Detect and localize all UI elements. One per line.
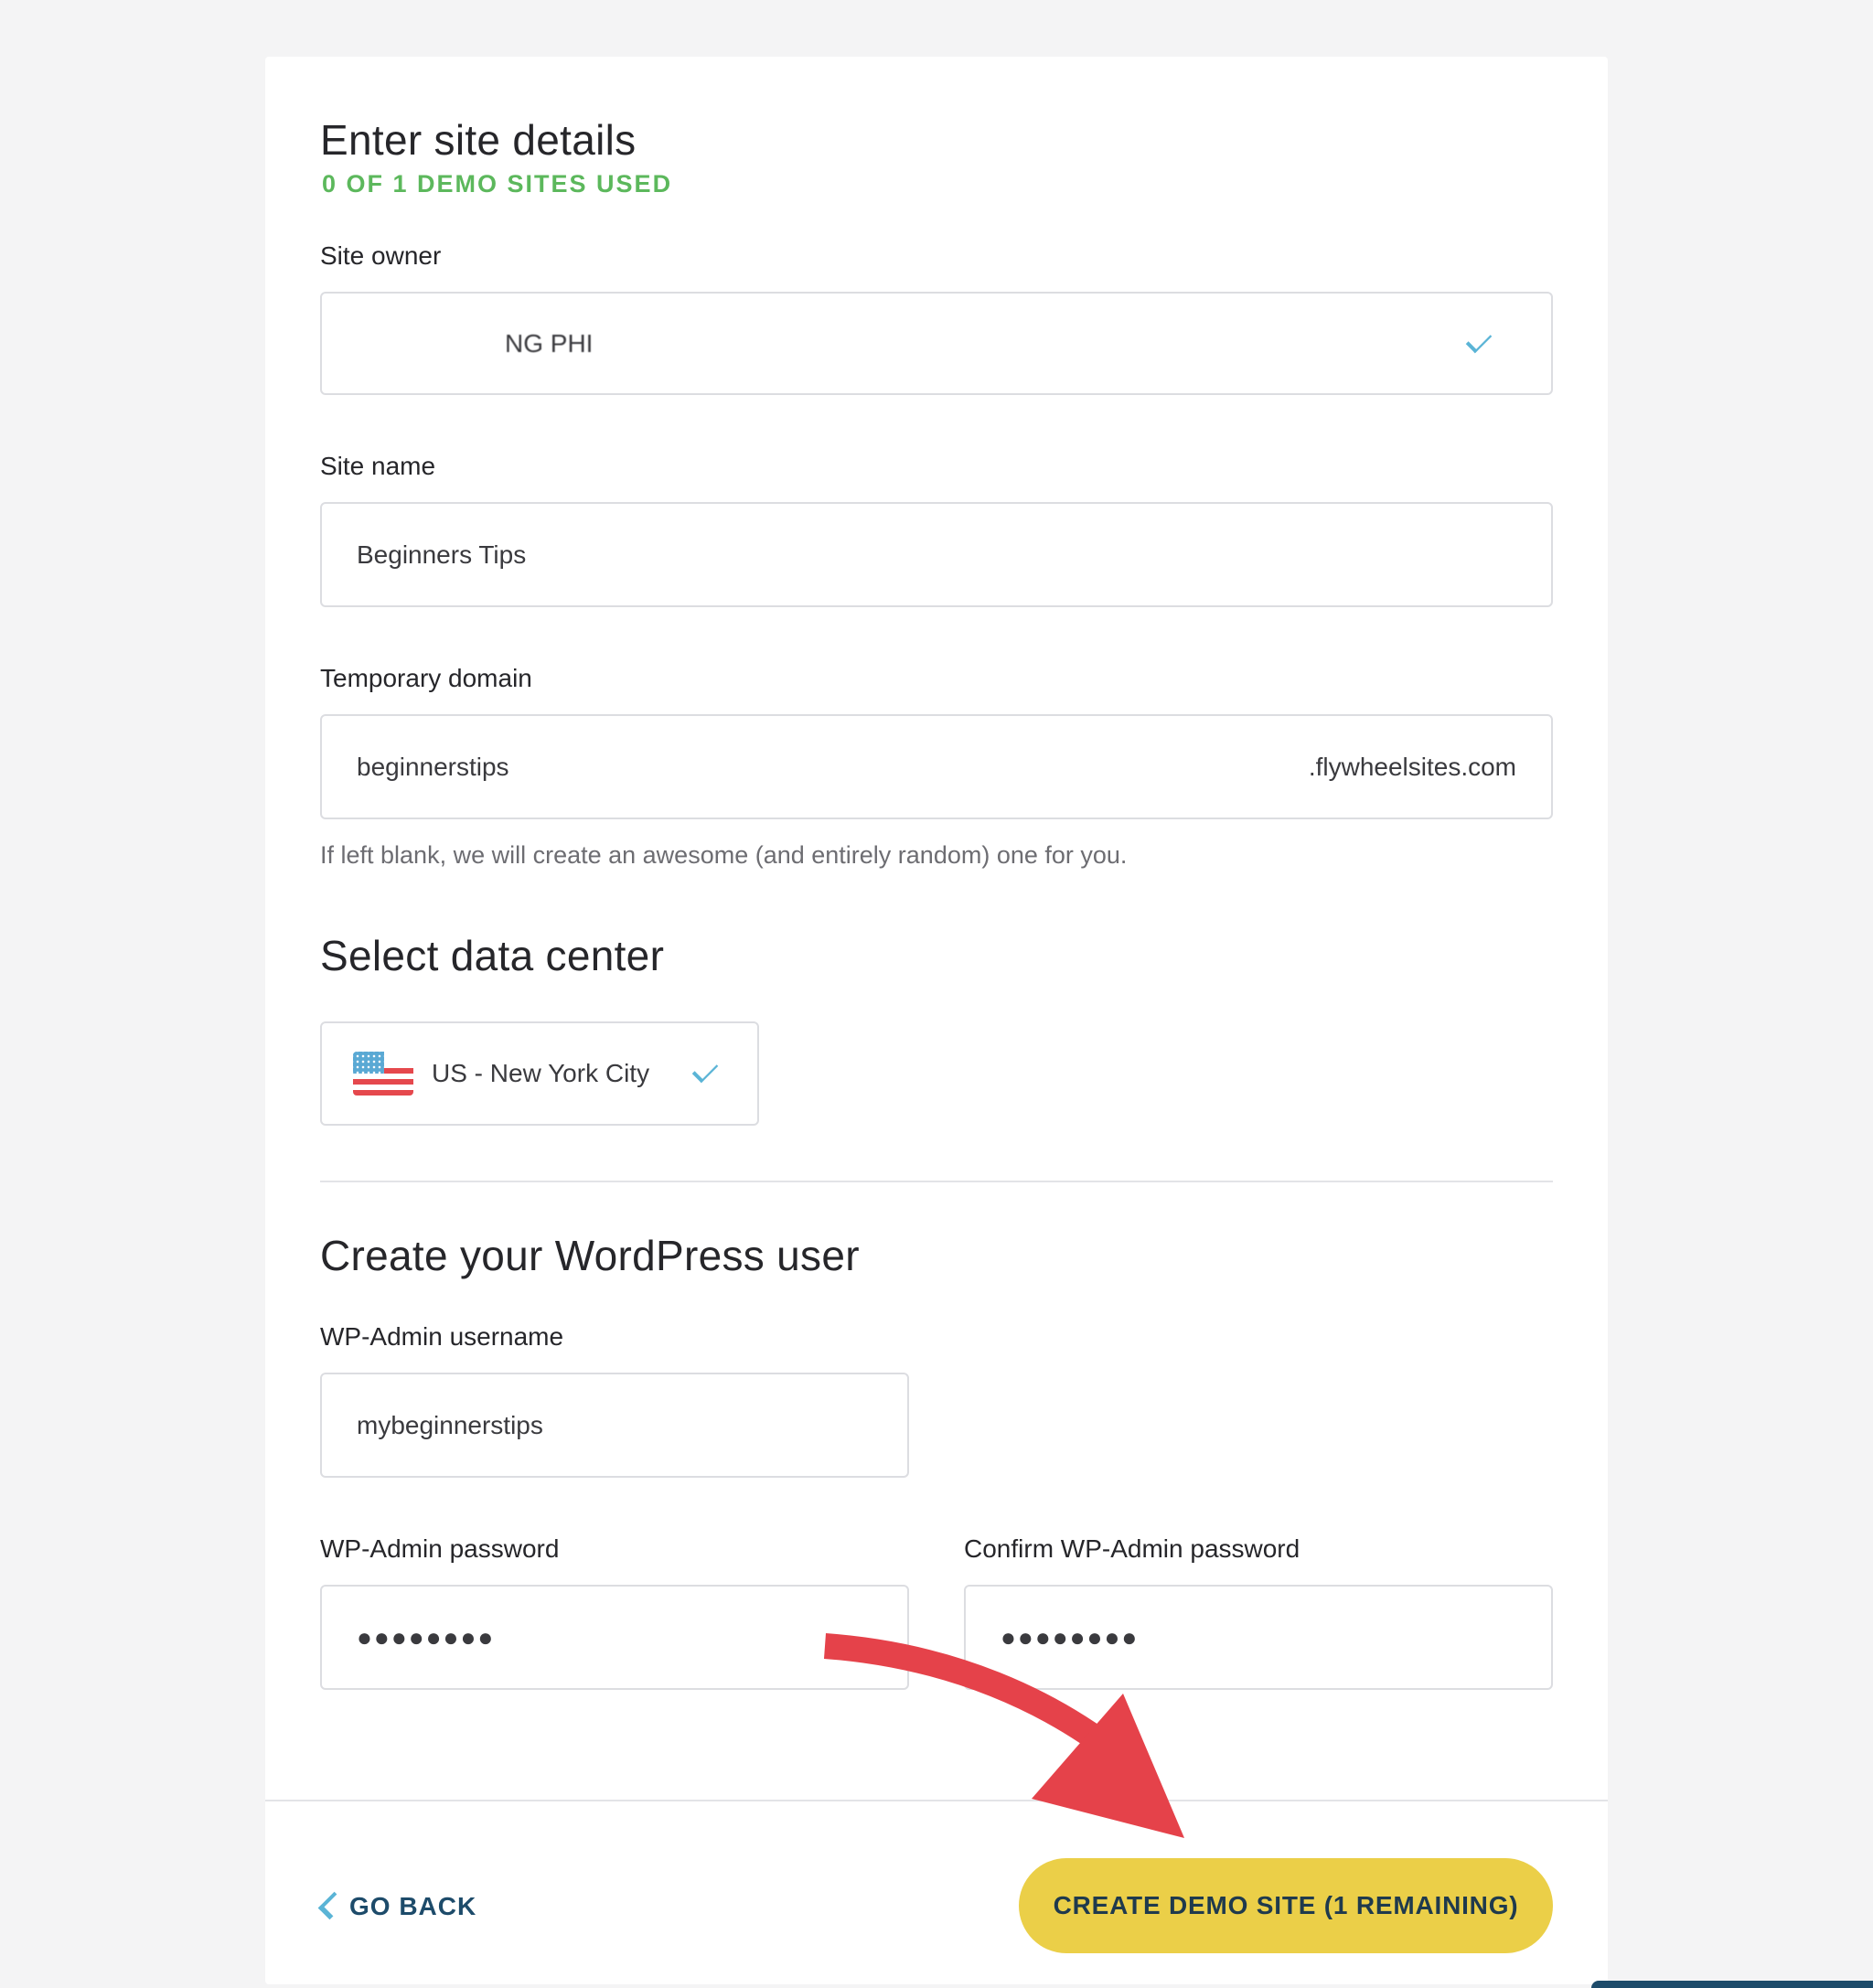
- floating-edge-element: [1591, 1981, 1873, 1988]
- annotation-arrow-icon: [823, 1633, 1184, 1838]
